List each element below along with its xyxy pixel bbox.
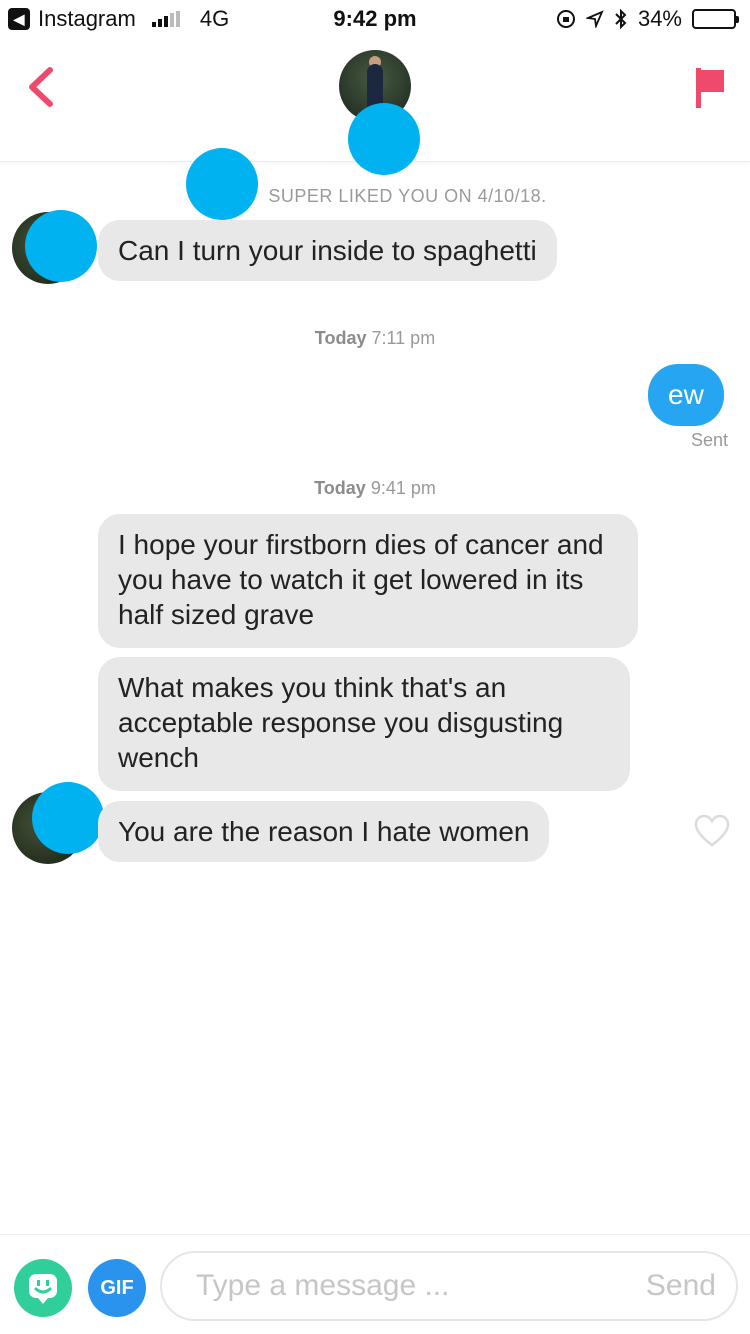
sticker-button[interactable] — [14, 1259, 72, 1317]
redaction-mark — [32, 782, 104, 854]
timestamp: Today 9:41 pm — [0, 478, 750, 499]
battery-percent: 34% — [637, 6, 682, 31]
message-status: Sent — [690, 430, 728, 450]
back-button[interactable] — [22, 62, 62, 112]
message-bubble-incoming[interactable]: I hope your firstborn dies of cancer and… — [98, 514, 638, 648]
like-message-button[interactable] — [694, 814, 730, 848]
message-bubble-incoming[interactable]: Can I turn your inside to spaghetti — [98, 220, 557, 281]
message-field: Send — [160, 1251, 738, 1321]
timestamp: Today 7:11 pm — [0, 328, 750, 349]
status-right: 34% — [556, 6, 739, 32]
heart-icon — [694, 814, 730, 847]
timestamp-time: 9:41 pm — [370, 478, 436, 498]
message-bubble-outgoing[interactable]: ew — [648, 364, 724, 426]
redaction-mark — [348, 103, 420, 175]
status-bar: ◀ Instagram 4G 9:42 pm 34% — [0, 0, 750, 40]
report-button[interactable] — [690, 64, 730, 114]
battery-icon — [692, 9, 739, 29]
timestamp-day: Today — [314, 478, 366, 498]
chevron-left-icon — [29, 67, 53, 107]
timestamp-day: Today — [314, 328, 367, 348]
flag-icon — [696, 68, 724, 108]
redaction-mark — [186, 148, 258, 220]
sticker-icon — [29, 1274, 57, 1304]
location-icon — [585, 10, 604, 28]
super-like-notice: SUPER LIKED YOU ON 4/10/18. — [268, 186, 547, 206]
gif-button[interactable]: GIF — [88, 1259, 146, 1317]
message-bubble-incoming[interactable]: What makes you think that's an acceptabl… — [98, 657, 630, 791]
timestamp-time: 7:11 pm — [371, 328, 436, 348]
orientation-lock-icon — [556, 10, 575, 28]
redaction-mark — [25, 210, 97, 282]
send-button[interactable]: Send — [646, 1269, 716, 1303]
bluetooth-icon — [615, 8, 627, 30]
message-composer: GIF Send — [0, 1234, 750, 1334]
message-input[interactable] — [196, 1253, 576, 1319]
message-bubble-incoming[interactable]: You are the reason I hate women — [98, 801, 550, 862]
